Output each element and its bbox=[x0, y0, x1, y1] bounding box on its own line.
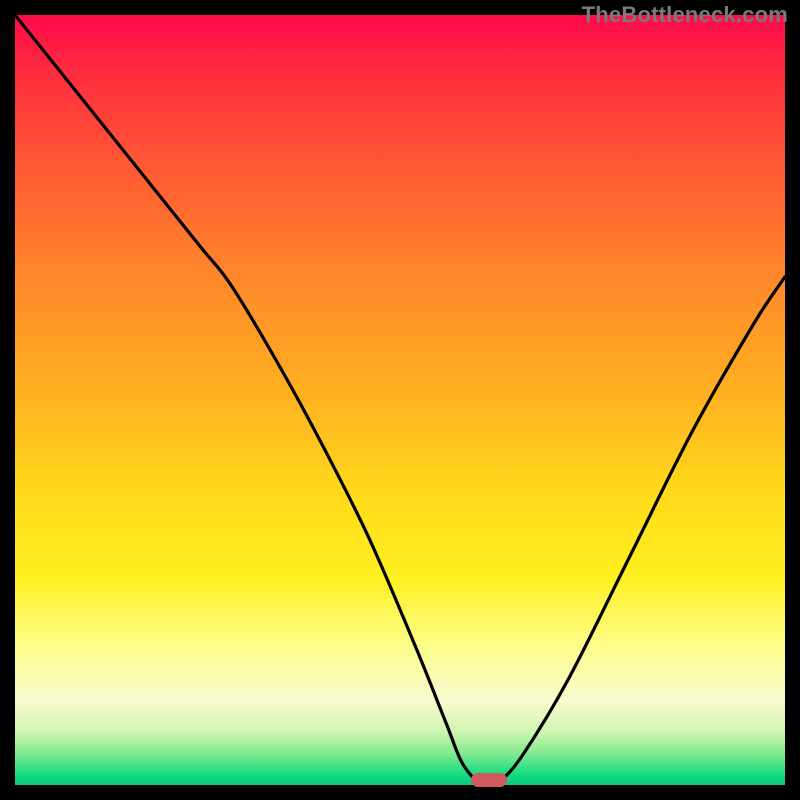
watermark-text: TheBottleneck.com bbox=[582, 2, 788, 28]
bottleneck-curve bbox=[15, 15, 785, 785]
optimal-marker bbox=[471, 773, 507, 787]
plot-area bbox=[15, 15, 785, 785]
chart-frame: TheBottleneck.com bbox=[0, 0, 800, 800]
